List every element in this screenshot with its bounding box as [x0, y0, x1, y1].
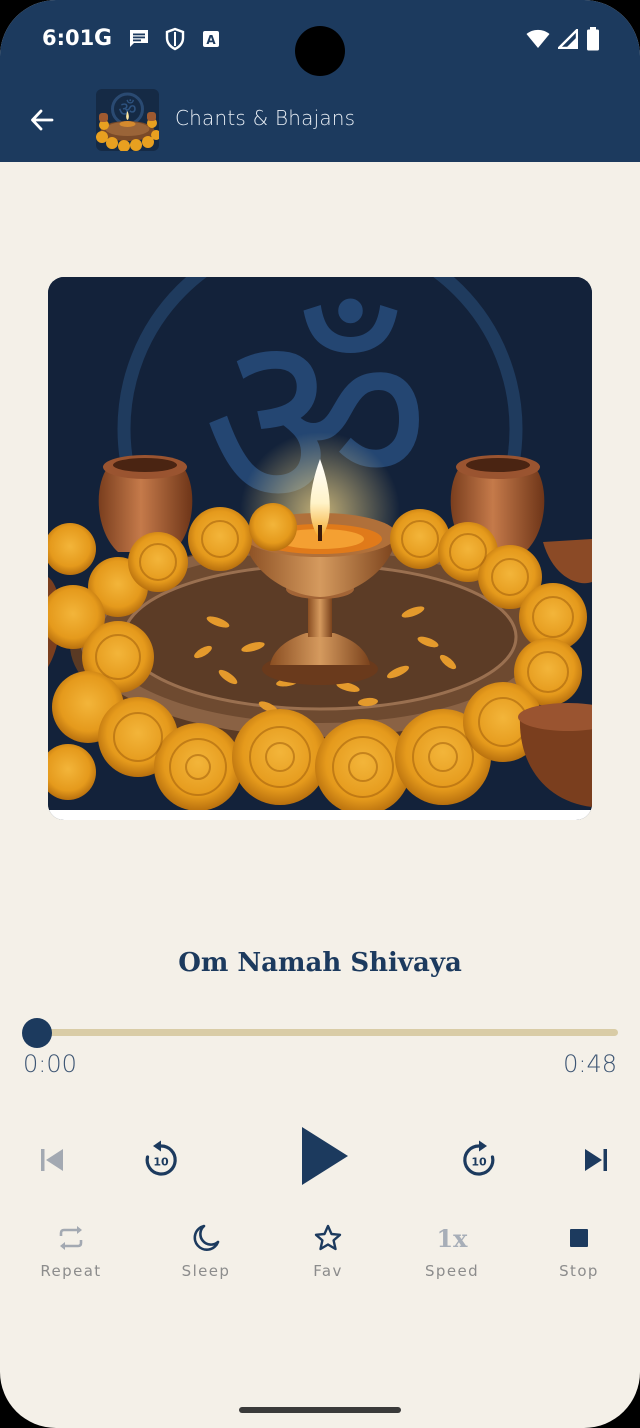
skip-next-icon	[585, 1149, 607, 1171]
seek-thumb[interactable]	[22, 1018, 52, 1048]
status-icons-left: G A	[90, 26, 234, 52]
seek-track	[36, 1029, 618, 1036]
next-button[interactable]	[572, 1134, 620, 1186]
home-indicator[interactable]	[239, 1407, 401, 1413]
message-icon	[126, 26, 152, 52]
skip-previous-icon	[41, 1149, 63, 1171]
play-icon	[302, 1127, 348, 1185]
forward-10-icon: 10	[463, 1140, 495, 1176]
album-artwork: ॐ	[48, 277, 592, 820]
font-a-icon: A	[198, 26, 224, 52]
repeat-label: Repeat	[40, 1262, 102, 1280]
speed-button[interactable]: 1x Speed	[402, 1220, 502, 1281]
wifi-icon	[526, 29, 550, 49]
play-button[interactable]	[290, 1118, 360, 1194]
google-letter: G	[93, 26, 113, 51]
forward-10-label: 10	[471, 1156, 487, 1169]
seek-bar[interactable]	[22, 1018, 620, 1048]
signal-icon	[558, 29, 578, 49]
track-title: Om Namah Shivaya	[178, 948, 462, 978]
back-arrow-icon	[31, 109, 54, 131]
app-header: 6:01 G A ॐ Chants & Bhajans	[0, 0, 640, 162]
fav-label: Fav	[313, 1262, 343, 1280]
shield-icon	[162, 26, 188, 52]
favorite-button[interactable]: Fav	[278, 1220, 378, 1280]
rewind-10-button[interactable]: 10	[134, 1130, 188, 1186]
font-badge-letter: A	[206, 33, 216, 47]
current-time: 0:00	[23, 1050, 77, 1078]
phone-screen: 6:01 G A ॐ Chants & Bhajans ॐ Om Namah S…	[0, 0, 640, 1428]
speed-value: 1x	[436, 1223, 468, 1253]
sleep-button[interactable]: Sleep	[156, 1220, 256, 1280]
replay-10-icon: 10	[145, 1140, 177, 1176]
moon-icon	[191, 1220, 221, 1256]
google-icon: G	[90, 26, 116, 52]
stop-button[interactable]: Stop	[529, 1220, 629, 1280]
camera-cutout	[295, 26, 345, 76]
sleep-label: Sleep	[181, 1262, 231, 1280]
repeat-icon	[56, 1220, 86, 1256]
stop-label: Stop	[559, 1262, 599, 1280]
stop-icon	[569, 1220, 589, 1256]
forward-10-button[interactable]: 10	[452, 1130, 506, 1186]
speed-icon: 1x	[436, 1220, 467, 1256]
repeat-button[interactable]: Repeat	[21, 1220, 121, 1280]
back-button[interactable]	[20, 98, 64, 142]
total-time: 0:48	[563, 1050, 617, 1078]
previous-button[interactable]	[28, 1134, 76, 1186]
app-title: Chants & Bhajans	[175, 106, 356, 130]
status-time: 6:01	[42, 26, 95, 50]
rewind-10-label: 10	[153, 1156, 169, 1169]
speed-label: Speed	[424, 1262, 480, 1280]
status-icons-right	[518, 27, 600, 51]
app-thumbnail: ॐ	[96, 89, 159, 151]
star-icon	[313, 1220, 343, 1256]
battery-icon	[586, 27, 600, 51]
